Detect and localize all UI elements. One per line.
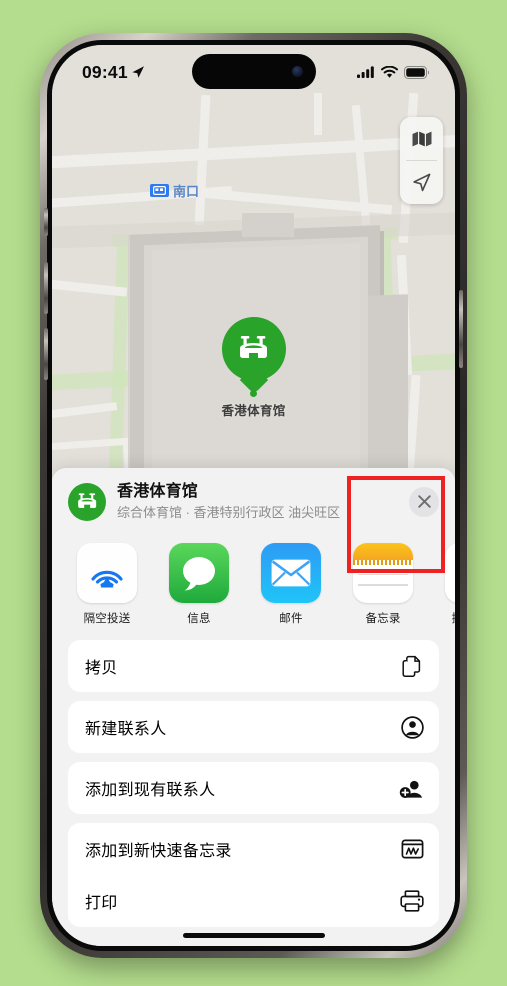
- share-app-label: 提醒事项: [440, 610, 455, 626]
- share-app-reminders[interactable]: 提醒事项: [440, 543, 455, 626]
- notes-line: [358, 574, 408, 576]
- phone-frame: 南口 香港体育馆 09:41 香港体育馆 综合体育馆 · 香港特别行政区 油尖旺…: [40, 33, 467, 958]
- map-road: [314, 93, 322, 135]
- notes-header-band: [353, 543, 413, 561]
- share-app-mail[interactable]: 邮件: [256, 543, 326, 626]
- map-pin-bubble[interactable]: [221, 317, 286, 381]
- stadium-icon: [239, 336, 267, 358]
- share-app-messages[interactable]: 信息: [164, 543, 234, 626]
- map-road: [52, 132, 455, 170]
- volume-up-button[interactable]: [44, 262, 48, 314]
- mail-icon: [261, 543, 321, 604]
- dynamic-island[interactable]: [191, 54, 316, 89]
- add-to-contact-icon: [399, 777, 424, 800]
- place-stadium-icon: [68, 482, 106, 521]
- share-action-list: 拷贝 新建联系人 添加到现有联系人 添加到新快速备忘录 打印: [52, 638, 455, 928]
- place-title: 香港体育馆: [117, 483, 199, 500]
- share-app-airdrop[interactable]: 隔空投送: [72, 543, 142, 626]
- wifi-icon: [381, 65, 398, 78]
- action-label: 添加到新快速备忘录: [85, 843, 232, 861]
- status-time-group: 09:41: [82, 62, 145, 83]
- locate-me-button[interactable]: [400, 161, 443, 204]
- map-type-button[interactable]: [400, 117, 443, 160]
- action-group: 拷贝: [68, 640, 439, 693]
- copy-icon: [401, 655, 424, 678]
- silent-switch[interactable]: [44, 208, 48, 236]
- action-row-copy[interactable]: 拷贝: [68, 640, 439, 692]
- action-row-add-existing-contact[interactable]: 添加到现有联系人: [68, 762, 439, 814]
- map-pin-label: 香港体育馆: [221, 404, 286, 418]
- share-sheet: 香港体育馆 综合体育馆 · 香港特别行政区 油尖旺区 隔空投送 信息 邮件 备忘…: [52, 468, 455, 946]
- share-app-label: 信息: [187, 613, 211, 626]
- action-group: 添加到现有联系人: [68, 762, 439, 815]
- place-info: 香港体育馆 综合体育馆 · 香港特别行政区 油尖旺区: [117, 482, 398, 521]
- action-label: 打印: [85, 895, 118, 913]
- action-row-quick-note[interactable]: 添加到新快速备忘录: [68, 823, 439, 875]
- map-pin-dot: [249, 390, 257, 397]
- subway-badge-icon: [150, 184, 169, 197]
- action-row-print[interactable]: 打印: [68, 875, 439, 927]
- home-indicator[interactable]: [182, 933, 325, 938]
- folded-map-icon: [412, 131, 431, 146]
- phone-screen: 南口 香港体育馆 09:41 香港体育馆 综合体育馆 · 香港特别行政区 油尖旺…: [52, 45, 455, 946]
- battery-icon: [404, 65, 429, 79]
- location-arrow-icon: [413, 173, 431, 192]
- close-button[interactable]: [409, 486, 439, 517]
- share-app-label: 邮件: [279, 613, 303, 626]
- transit-station-name: 南口: [173, 184, 200, 199]
- map-pin[interactable]: 香港体育馆: [221, 317, 286, 419]
- front-camera-icon: [291, 66, 303, 77]
- action-label: 添加到现有联系人: [85, 782, 216, 800]
- location-arrow-icon: [132, 66, 144, 78]
- phone-bezel: 南口 香港体育馆 09:41 香港体育馆 综合体育馆 · 香港特别行政区 油尖旺…: [44, 40, 463, 951]
- share-sheet-header: 香港体育馆 综合体育馆 · 香港特别行政区 油尖旺区: [52, 468, 455, 533]
- messages-icon: [169, 543, 229, 604]
- transit-station-label[interactable]: 南口: [150, 181, 199, 200]
- volume-down-button[interactable]: [44, 328, 48, 380]
- action-label: 拷贝: [85, 660, 118, 678]
- notes-icon: [353, 543, 413, 604]
- status-time-text: 09:41: [82, 61, 128, 82]
- map-building: [368, 294, 408, 476]
- notes-line: [358, 584, 408, 586]
- reminders-icon: [445, 543, 455, 604]
- place-subtitle: 综合体育馆 · 香港特别行政区 油尖旺区: [117, 504, 341, 520]
- printer-icon: [400, 890, 424, 912]
- airdrop-icon: [77, 543, 137, 604]
- action-group: 新建联系人: [68, 701, 439, 754]
- share-app-row[interactable]: 隔空投送 信息 邮件 备忘录: [52, 476, 455, 638]
- action-row-new-contact[interactable]: 新建联系人: [68, 701, 439, 753]
- map-building: [242, 213, 294, 237]
- action-label: 新建联系人: [85, 721, 167, 739]
- map-controls: [400, 117, 443, 204]
- status-indicators: [357, 65, 429, 79]
- share-app-notes[interactable]: 备忘录: [348, 543, 418, 626]
- action-group: 添加到新快速备忘录 打印: [68, 823, 439, 928]
- cellular-signal-icon: [357, 66, 374, 78]
- close-icon: [417, 495, 431, 508]
- quick-note-icon: [401, 838, 424, 860]
- map-road: [52, 402, 118, 420]
- share-app-label: 备忘录: [365, 613, 401, 626]
- new-contact-icon: [401, 715, 424, 739]
- power-button[interactable]: [459, 290, 463, 368]
- notes-perforation: [353, 560, 413, 566]
- share-app-label: 隔空投送: [83, 613, 131, 626]
